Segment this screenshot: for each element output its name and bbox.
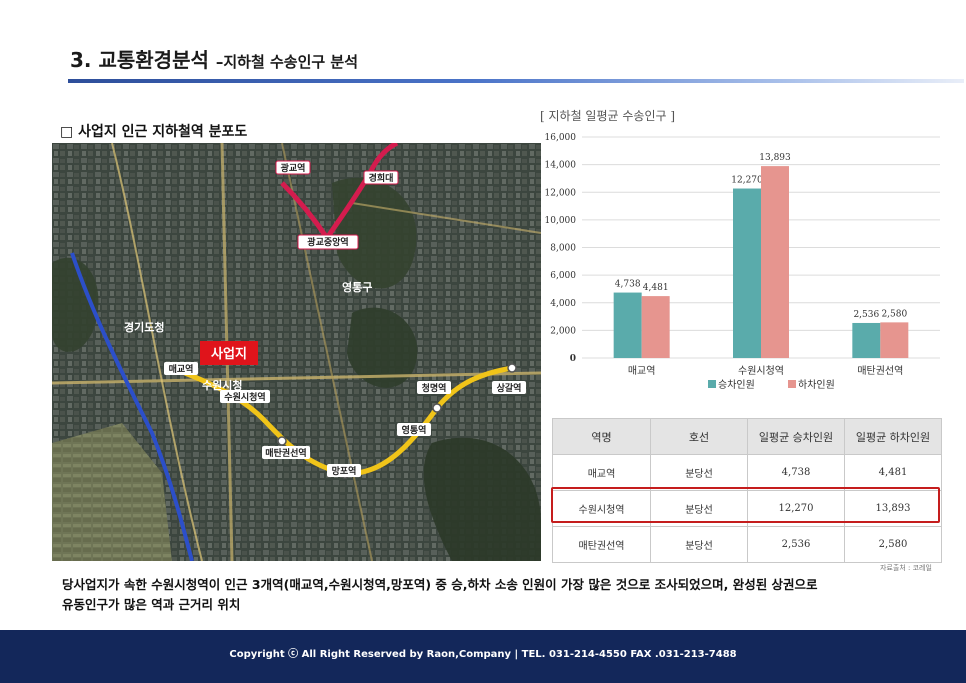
map-label-station5: 영통역 [402,424,427,436]
map-image: 사업지 광교중앙역 매교역 수원시청역 매탄권선역 망포역 영통역 청명역 상갈… [52,143,541,561]
table-cell: 분당선 [650,454,748,491]
map-heading: □ 사업지 인근 지하철역 분포도 [60,124,248,140]
map-label-line1: 광교역 [281,162,306,174]
analysis-description: 당사업지가 속한 수원시청역이 인근 3개역(매교역,수원시청역,망포역) 중 … [62,575,942,615]
map-label-line2: 경희대 [369,172,394,184]
y-tick-label: 0 [570,354,576,364]
map-label-station4: 매탄권선역 [265,447,306,459]
footer: Copyright ⓒ All Right Reserved by Raon,C… [0,630,966,683]
site-label: 사업지 [211,346,247,362]
table-row: 매탄권선역 분당선 2,536 2,580 [552,526,942,563]
x-category-label: 매탄권선역 [857,365,903,377]
y-tick-label: 12,000 [545,188,577,198]
chart-bar [641,296,670,358]
page-title-sub: –지하철 수송인구 분석 [215,53,359,71]
y-tick-label: 8,000 [550,244,576,254]
y-tick-label: 16,000 [545,133,577,143]
map-label-station7: 청명역 [422,382,447,394]
bar-value-label: 13,893 [759,153,791,163]
description-line-1: 당사업지가 속한 수원시청역이 인근 3개역(매교역,수원시청역,망포역) 중 … [62,577,818,592]
description-line-2: 유동인구가 많은 역과 근거리 위치 [62,597,241,612]
table-cell: 매탄권선역 [552,526,651,563]
table-cell: 2,580 [844,526,942,563]
highlight-box [551,487,940,523]
chart-bar [613,292,642,358]
title-divider [68,79,964,83]
map-label-area2: 수원시청 [202,378,242,392]
y-tick-label: 14,000 [545,161,577,171]
x-category-label: 수원시청역 [738,365,784,377]
table-cell: 4,738 [747,454,845,491]
table-header-cell: 호선 [650,418,748,455]
chart-bar [733,188,761,358]
legend-label: 승차인원 [718,379,755,391]
y-tick-label: 10,000 [545,216,577,226]
map-label-station1: 광교중앙역 [307,236,348,248]
map-label-area3: 영통구 [342,281,372,294]
map-label-station8: 상갈역 [497,382,522,394]
map-label-station3: 수원시청역 [224,391,265,403]
legend-label: 하차인원 [798,378,835,391]
ridership-chart-svg: 0 2,000 4,000 6,000 8,000 10,000 12,000 14,000 1… [545,133,940,391]
y-tick-label: 6,000 [550,271,576,281]
subway-map: 사업지 광교중앙역 매교역 수원시청역 매탄권선역 망포역 영통역 청명역 상갈… [52,143,541,561]
table-cell: 매교역 [552,454,651,491]
table-source: 자료출처 : 코레일 [880,564,932,572]
y-tick-label: 4,000 [550,299,576,309]
legend-swatch [788,380,796,388]
bar-value-label: 4,738 [615,280,641,290]
y-tick-label: 2,000 [550,326,576,336]
page-title-main: 3. 교통환경분석 [70,48,209,72]
table-header-cell: 역명 [552,418,651,455]
table-header-row: 역명 호선 일평균 승차인원 일평균 하차인원 [552,418,942,455]
chart-bar [761,166,789,358]
table-cell: 분당선 [650,526,748,563]
legend-swatch [708,380,716,388]
table-row: 매교역 분당선 4,738 4,481 [552,454,942,491]
map-label-station6: 망포역 [332,465,357,477]
bar-value-label: 12,270 [731,176,763,186]
ridership-chart: 0 2,000 4,000 6,000 8,000 10,000 12,000 14,000 1… [540,123,966,405]
table-header-cell: 일평균 하차인원 [844,418,942,455]
map-label-station2: 매교역 [169,363,194,375]
bar-value-label: 2,536 [853,310,879,320]
bar-value-label: 4,481 [643,283,669,293]
chart-bar [880,322,909,358]
bar-value-label: 2,580 [881,309,907,319]
x-category-label: 매교역 [628,365,656,377]
chart-bar [852,322,881,358]
map-label-area1: 경기도청 [124,320,164,334]
table-cell: 2,536 [747,526,845,563]
page-title: 3. 교통환경분석 –지하철 수송인구 분석 [70,44,358,73]
chart-title: [ 지하철 일평균 수송인구 ] [540,109,676,123]
table-cell: 4,481 [844,454,942,491]
table-header-cell: 일평균 승차인원 [747,418,845,455]
